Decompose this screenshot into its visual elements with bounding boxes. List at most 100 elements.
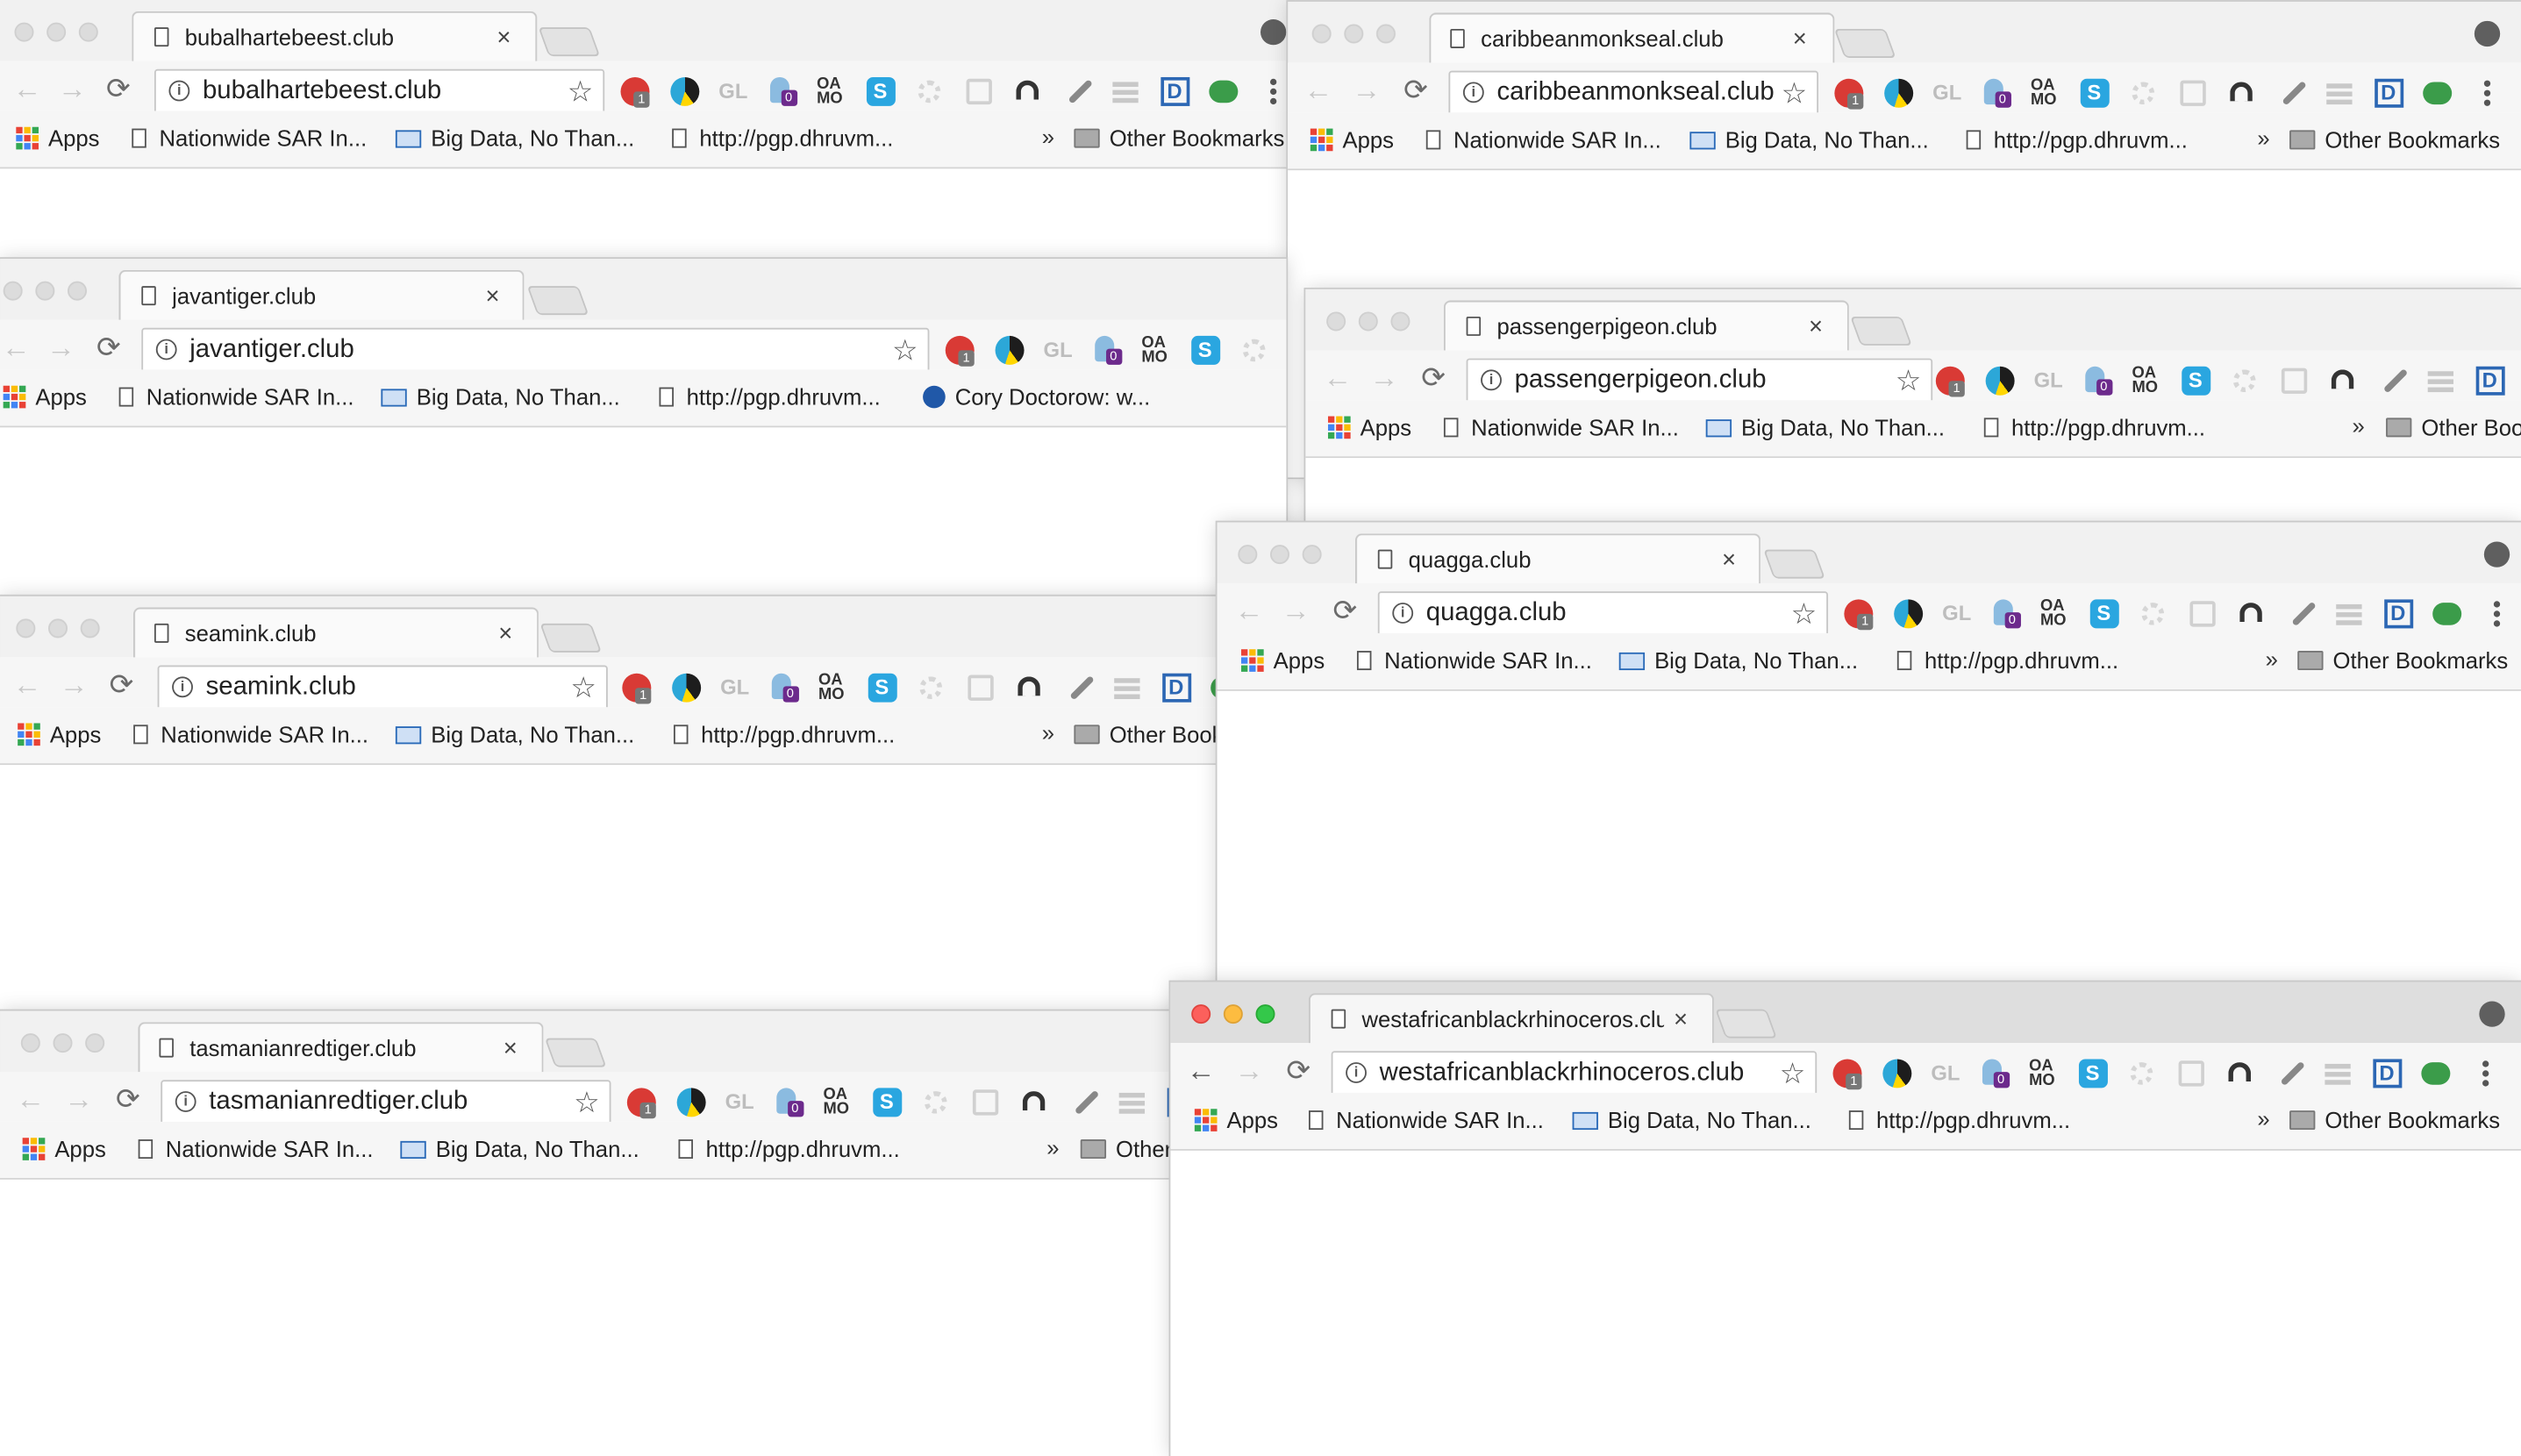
gear-icon[interactable] <box>1239 336 1268 365</box>
dpla-icon[interactable]: D <box>1160 76 1189 106</box>
bookmark-star-icon[interactable]: ☆ <box>570 672 596 705</box>
close-tab-icon[interactable]: × <box>1793 25 1807 53</box>
skype-icon[interactable]: S <box>2079 78 2109 108</box>
reload-icon[interactable]: ⟳ <box>96 332 121 361</box>
info-icon[interactable]: i <box>1392 603 1414 624</box>
close-window-button[interactable] <box>3 281 23 301</box>
adblock-plus-icon[interactable]: 1 <box>620 76 650 108</box>
oamo-icon[interactable]: OA MO <box>818 673 847 703</box>
zoom-window-button[interactable] <box>1255 1004 1275 1024</box>
bookmark-other[interactable]: Other Bookmarks <box>2386 415 2521 440</box>
minimize-window-button[interactable] <box>1269 545 1289 565</box>
lines-icon[interactable] <box>1112 674 1141 703</box>
bookmark-star-icon[interactable]: ☆ <box>1780 1058 1806 1091</box>
gl-icon[interactable]: GL <box>1044 336 1073 365</box>
frog-icon[interactable] <box>2421 1059 2451 1088</box>
adblock-plus-icon[interactable]: 1 <box>945 335 975 367</box>
adblock-plus-icon[interactable]: 1 <box>1832 1059 1862 1090</box>
more-bookmarks-chevron[interactable]: » <box>1042 720 1054 746</box>
back-arrow-icon[interactable]: ← <box>1235 596 1264 625</box>
ghostery-icon[interactable]: 0 <box>1980 1059 2010 1088</box>
forward-arrow-icon[interactable]: → <box>1235 1056 1264 1085</box>
bookmark-other[interactable]: Other Bookmarks <box>1074 125 1284 151</box>
new-tab-button[interactable] <box>1715 1009 1777 1038</box>
bookmark-nationwide[interactable]: Nationwide SAR In... <box>1425 127 1661 153</box>
info-icon[interactable]: i <box>1462 82 1484 103</box>
reload-icon[interactable]: ⟳ <box>1286 1056 1310 1085</box>
grid-extension-icon[interactable] <box>2178 79 2207 108</box>
bookmark-other[interactable]: Other Bookmarks <box>2289 127 2500 153</box>
back-arrow-icon[interactable]: ← <box>13 670 42 699</box>
forward-arrow-icon[interactable]: → <box>1282 596 1310 625</box>
dpla-icon[interactable]: D <box>1161 673 1191 703</box>
profile-icon[interactable] <box>2483 541 2510 567</box>
zoom-window-button[interactable] <box>1390 311 1410 332</box>
close-window-button[interactable] <box>1191 1004 1211 1024</box>
grid-extension-icon[interactable] <box>964 77 993 106</box>
bookmark-apps[interactable]: Apps <box>3 384 87 410</box>
pie-chart-icon[interactable] <box>994 335 1024 365</box>
frog-icon[interactable] <box>2423 79 2453 108</box>
close-window-button[interactable] <box>16 618 36 639</box>
info-icon[interactable]: i <box>1346 1062 1367 1083</box>
more-bookmarks-chevron[interactable]: » <box>2257 125 2269 151</box>
ghostery-icon[interactable]: 0 <box>1092 335 1122 365</box>
lines-icon[interactable] <box>2334 599 2363 628</box>
bookmark-pgp[interactable]: http://pgp.dhruvm... <box>1983 415 2205 440</box>
grid-extension-icon[interactable] <box>2279 367 2308 396</box>
ghostery-icon[interactable]: 0 <box>768 76 797 106</box>
eyedropper-icon[interactable] <box>1068 1088 1099 1117</box>
close-window-button[interactable] <box>1238 545 1258 565</box>
info-icon[interactable]: i <box>175 1091 196 1112</box>
info-icon[interactable]: i <box>172 676 193 698</box>
oamo-icon[interactable]: OA MO <box>817 76 846 107</box>
forward-arrow-icon[interactable]: → <box>60 670 89 699</box>
gear-icon[interactable] <box>915 77 944 106</box>
frog-icon[interactable] <box>1209 77 1239 106</box>
new-tab-button[interactable] <box>544 1038 607 1067</box>
bookmark-star-icon[interactable]: ☆ <box>1896 365 1922 398</box>
gear-icon[interactable] <box>2129 79 2158 108</box>
forward-arrow-icon[interactable]: → <box>1370 363 1399 392</box>
back-arrow-icon[interactable]: ← <box>1187 1056 1216 1085</box>
forward-arrow-icon[interactable]: → <box>46 332 75 361</box>
bookmark-bigdata[interactable]: Big Data, No Than... <box>395 125 634 151</box>
oamo-icon[interactable]: OA MO <box>823 1088 852 1118</box>
ghostery-icon[interactable]: 0 <box>1991 599 2021 629</box>
profile-icon[interactable] <box>1260 18 1287 46</box>
grid-extension-icon[interactable] <box>966 674 995 703</box>
oamo-icon[interactable]: OA MO <box>2040 599 2069 630</box>
bookmark-pgp[interactable]: http://pgp.dhruvm... <box>1966 127 2188 153</box>
pie-chart-icon[interactable] <box>669 76 699 106</box>
headphones-icon[interactable] <box>1015 674 1044 703</box>
bookmark-cory-doctorow[interactable]: Cory Doctorow: w... <box>923 384 1150 410</box>
new-tab-button[interactable] <box>539 623 603 653</box>
bookmark-bigdata[interactable]: Big Data, No Than... <box>1689 127 1929 153</box>
adblock-plus-icon[interactable]: 1 <box>1844 599 1874 631</box>
grid-extension-icon[interactable] <box>2188 599 2217 628</box>
frog-icon[interactable] <box>2432 599 2462 628</box>
reload-icon[interactable]: ⟳ <box>110 670 134 699</box>
close-window-button[interactable] <box>20 1033 40 1053</box>
pie-chart-icon[interactable] <box>1882 1059 1911 1088</box>
info-icon[interactable]: i <box>1481 369 1502 391</box>
bookmark-pgp[interactable]: http://pgp.dhruvm... <box>673 722 895 747</box>
address-bar[interactable]: i tasmanianredtiger.club ☆ <box>161 1080 611 1127</box>
back-arrow-icon[interactable]: ← <box>1323 363 1352 392</box>
new-tab-button[interactable] <box>1833 28 1896 58</box>
minimize-window-button[interactable] <box>1223 1004 1243 1024</box>
reload-icon[interactable]: ⟳ <box>116 1085 140 1114</box>
skype-icon[interactable]: S <box>866 76 896 106</box>
bookmark-other[interactable]: Other Bookmarks <box>2289 1107 2500 1133</box>
reload-icon[interactable]: ⟳ <box>1403 75 1428 104</box>
gear-icon[interactable] <box>2230 367 2259 396</box>
new-tab-button[interactable] <box>538 27 601 57</box>
address-bar[interactable]: i westafricanblackrhinoceros.club ☆ <box>1331 1051 1818 1098</box>
back-arrow-icon[interactable]: ← <box>13 74 42 103</box>
address-bar[interactable]: i passengerpigeon.club ☆ <box>1466 358 1933 405</box>
new-tab-button[interactable] <box>526 286 589 316</box>
reload-icon[interactable]: ⟳ <box>1332 596 1357 625</box>
lines-icon[interactable] <box>1118 1088 1146 1117</box>
profile-icon[interactable] <box>2479 1001 2505 1027</box>
address-bar[interactable]: i caribbeanmonkseal.club ☆ <box>1448 70 1819 118</box>
